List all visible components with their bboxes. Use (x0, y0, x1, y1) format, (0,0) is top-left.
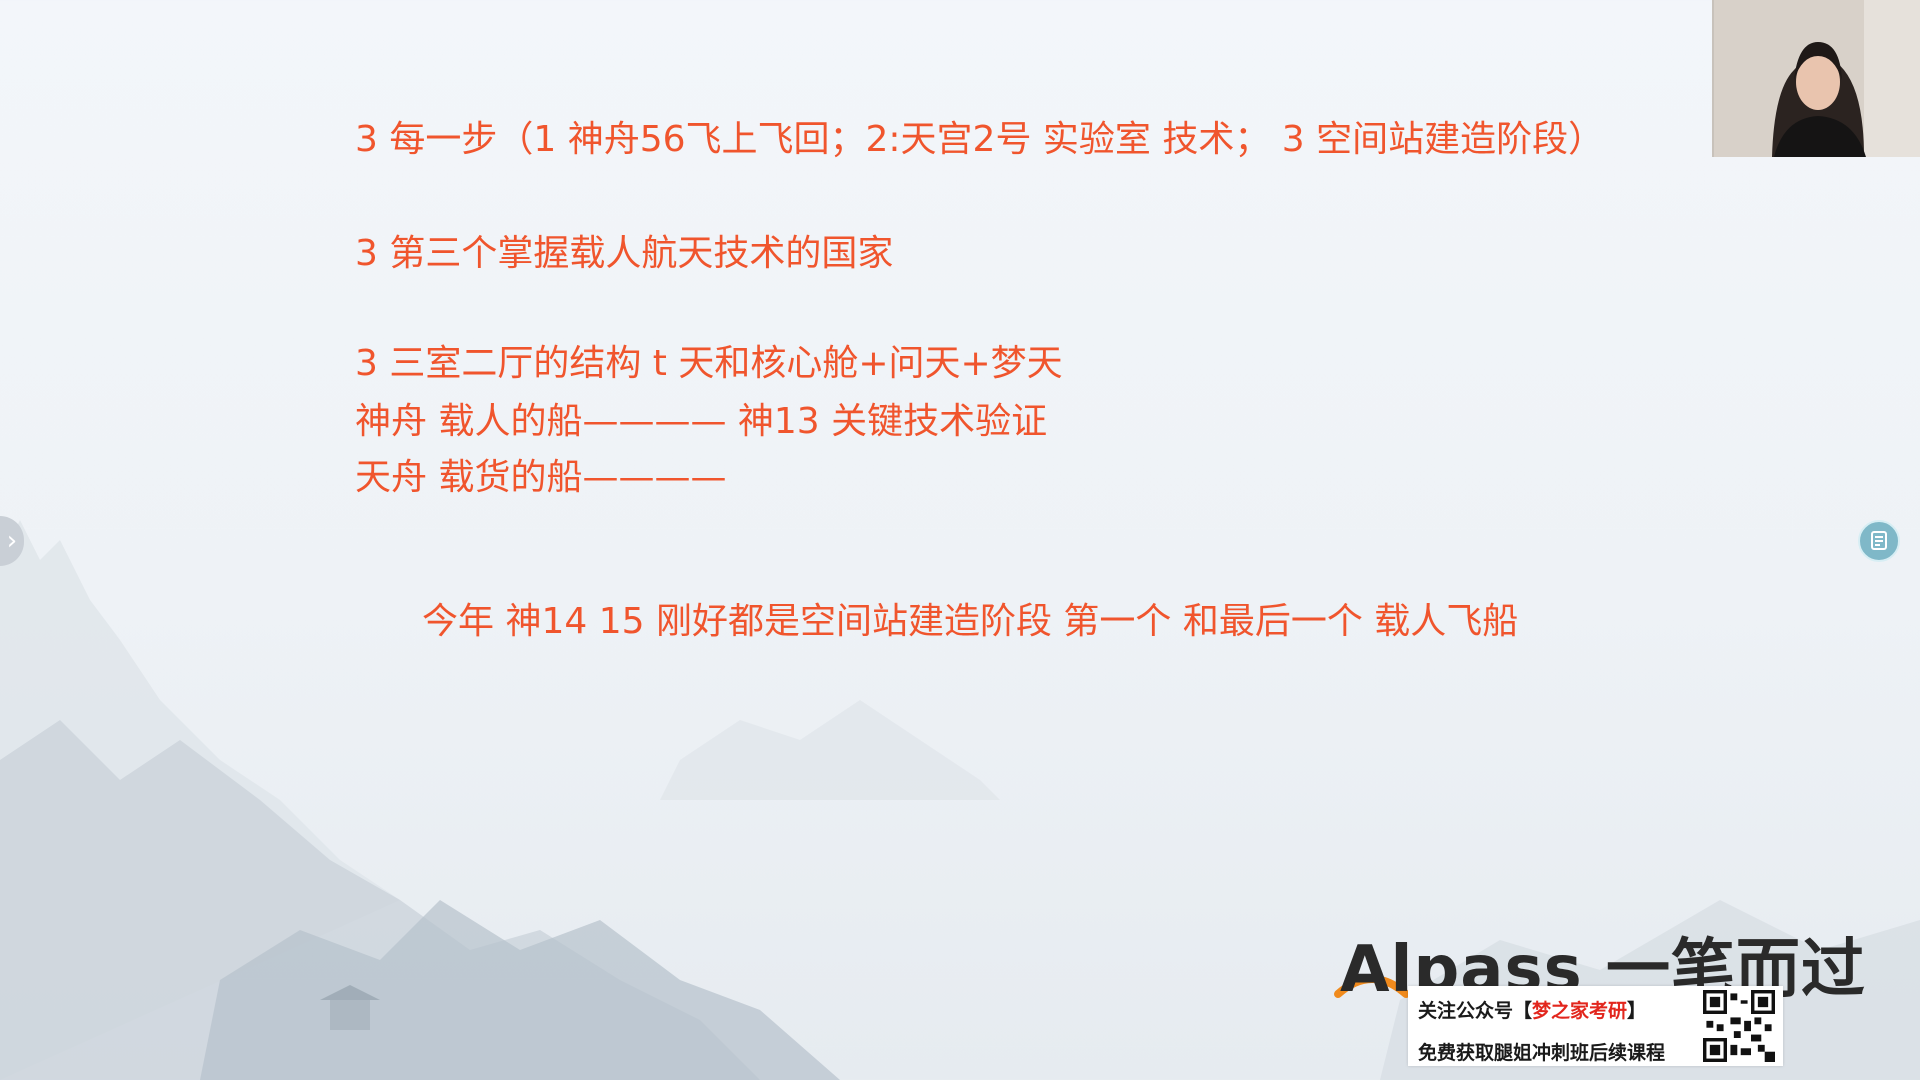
slide-line-5: 天舟 载货的船———— (355, 457, 727, 498)
slide-line-1: 3 每一步（1 神舟56飞上飞回；2:天宫2号 实验室 技术； 3 空间站建造阶… (355, 119, 1605, 160)
promo-account-name: 梦之家考研 (1532, 1000, 1628, 1022)
promo-subtitle: 免费获取腿姐冲刺班后续课程 (1418, 1042, 1666, 1064)
promo-banner: 关注公众号【梦之家考研】 免费获取腿姐冲刺班后续课程 (1408, 986, 1783, 1066)
mountain-background (0, 520, 1920, 1080)
presentation-stage: 3 每一步（1 神舟56飞上飞回；2:天宫2号 实验室 技术； 3 空间站建造阶… (0, 0, 1920, 1080)
chevron-right-icon: › (6, 526, 18, 556)
slide-line-2: 3 第三个掌握载人航天技术的国家 (355, 233, 894, 274)
slide-line-3: 3 三室二厅的结构 t 天和核心舱+问天+梦天 (355, 343, 1063, 384)
webcam-overlay (1712, 0, 1920, 157)
promo-follow-text: 关注公众号【梦之家考研】 (1418, 1000, 1647, 1022)
presenter-icon (1714, 0, 1920, 157)
slide-line-4: 神舟 载人的船———— 神13 关键技术验证 (355, 401, 1048, 442)
note-button[interactable] (1858, 520, 1900, 562)
note-icon (1871, 531, 1887, 550)
qr-code-icon (1703, 990, 1775, 1062)
slide-line-6: 今年 神14 15 刚好都是空间站建造阶段 第一个 和最后一个 载人飞船 (422, 601, 1519, 642)
